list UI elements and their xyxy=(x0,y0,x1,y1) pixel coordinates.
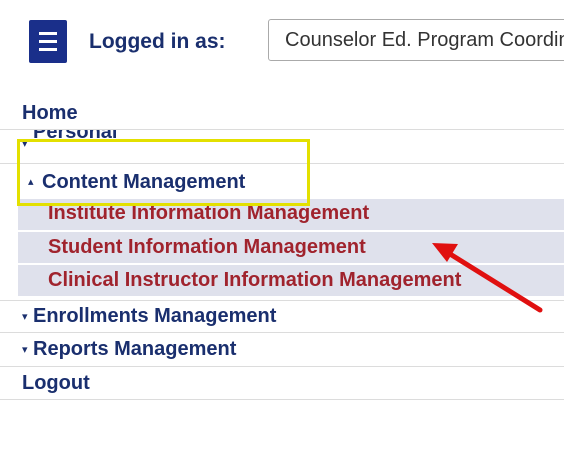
red-arrow-icon xyxy=(432,243,543,313)
